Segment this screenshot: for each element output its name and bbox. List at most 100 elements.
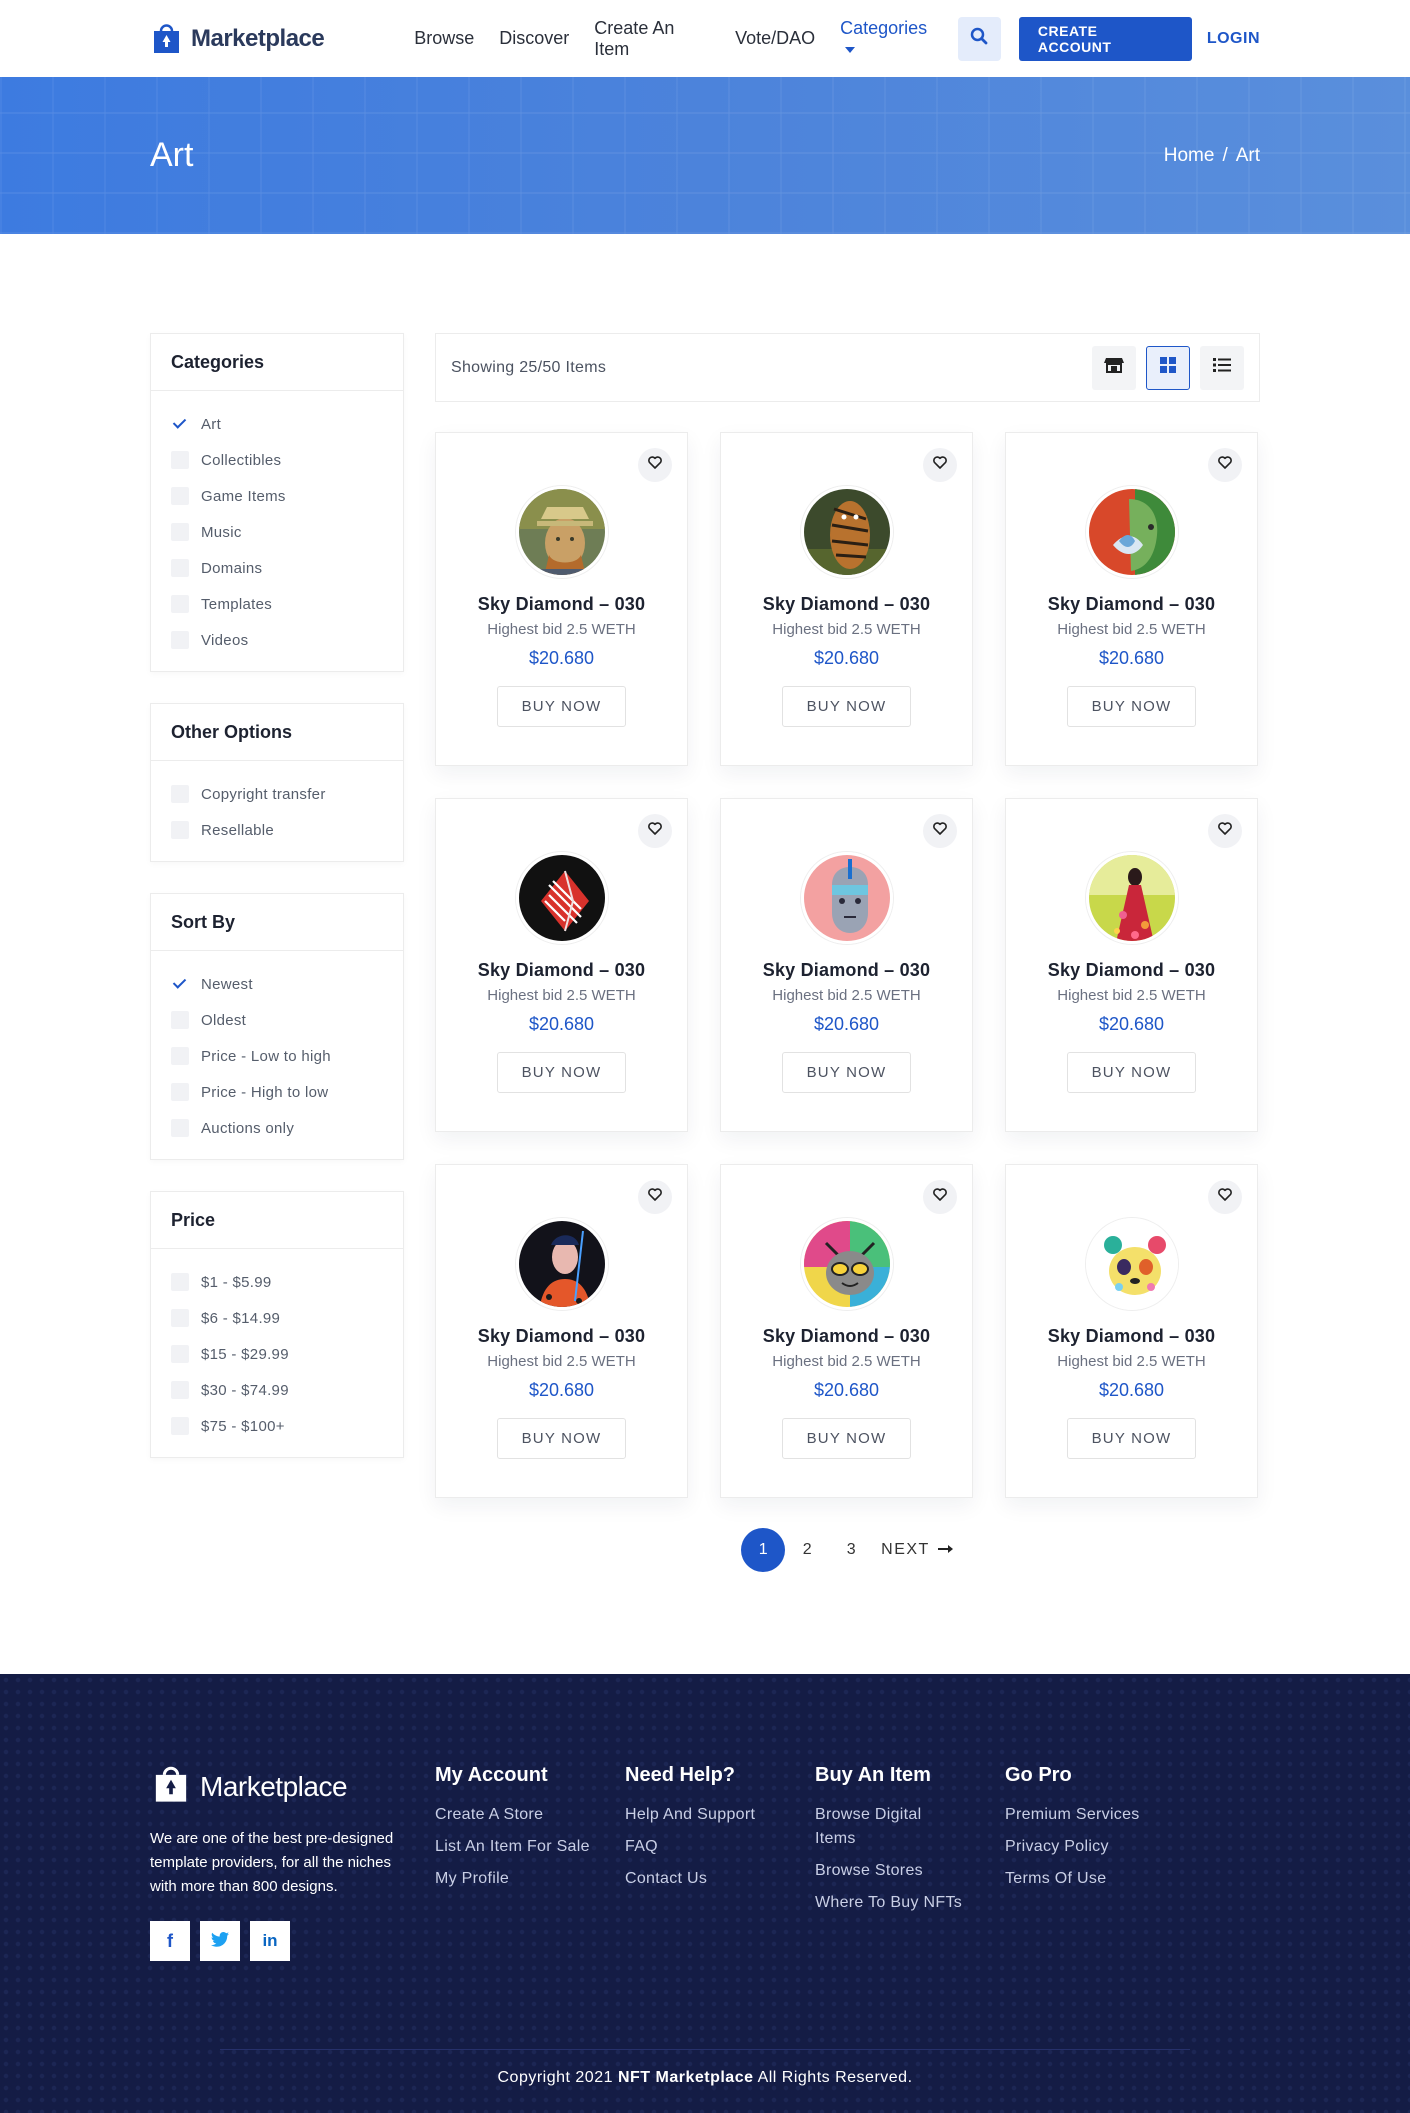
create-account-button[interactable]: CREATE ACCOUNT xyxy=(1018,16,1192,61)
checkbox[interactable] xyxy=(171,1047,189,1065)
linkedin-button[interactable]: in xyxy=(250,1921,290,1961)
nft-title[interactable]: Sky Diamond – 030 xyxy=(721,594,972,615)
page-2-button[interactable]: 2 xyxy=(785,1528,829,1572)
footer-link-where-to-buy[interactable]: Where To Buy NFTs xyxy=(815,1891,1005,1915)
buy-now-button[interactable]: BUY NOW xyxy=(497,1052,626,1093)
nft-artwork-image[interactable] xyxy=(515,486,608,578)
checkbox[interactable] xyxy=(171,1273,189,1291)
filter-option[interactable]: $30 - $74.99 xyxy=(171,1372,383,1408)
checkbox[interactable] xyxy=(171,1417,189,1435)
page-3-button[interactable]: 3 xyxy=(829,1528,873,1572)
nft-title[interactable]: Sky Diamond – 030 xyxy=(436,1326,687,1347)
filter-option[interactable]: $15 - $29.99 xyxy=(171,1336,383,1372)
filter-option[interactable]: Price - High to low xyxy=(171,1074,383,1110)
favorite-button[interactable] xyxy=(638,448,672,482)
checkbox-checked[interactable] xyxy=(171,415,189,433)
favorite-button[interactable] xyxy=(923,1180,957,1214)
favorite-button[interactable] xyxy=(638,814,672,848)
filter-option[interactable]: Videos xyxy=(171,622,383,658)
footer-link-contact[interactable]: Contact Us xyxy=(625,1867,815,1891)
checkbox-checked[interactable] xyxy=(171,975,189,993)
nft-title[interactable]: Sky Diamond – 030 xyxy=(1006,1326,1257,1347)
nft-card[interactable]: Sky Diamond – 030 Highest bid 2.5 WETH $20… xyxy=(435,1164,688,1498)
favorite-button[interactable] xyxy=(638,1180,672,1214)
footer-link-help-support[interactable]: Help And Support xyxy=(625,1803,815,1827)
checkbox[interactable] xyxy=(171,559,189,577)
checkbox[interactable] xyxy=(171,1345,189,1363)
footer-link-faq[interactable]: FAQ xyxy=(625,1835,815,1859)
favorite-button[interactable] xyxy=(923,814,957,848)
footer-logo[interactable]: Marketplace xyxy=(150,1764,435,1809)
filter-option[interactable]: Art xyxy=(171,406,383,442)
buy-now-button[interactable]: BUY NOW xyxy=(782,1052,911,1093)
nft-card[interactable]: Sky Diamond – 030 Highest bid 2.5 WETH $20… xyxy=(435,432,688,766)
checkbox[interactable] xyxy=(171,595,189,613)
buy-now-button[interactable]: BUY NOW xyxy=(497,686,626,727)
filter-option[interactable]: Templates xyxy=(171,586,383,622)
filter-option[interactable]: Music xyxy=(171,514,383,550)
nft-title[interactable]: Sky Diamond – 030 xyxy=(721,1326,972,1347)
nft-artwork-image[interactable] xyxy=(1085,852,1178,944)
buy-now-button[interactable]: BUY NOW xyxy=(782,1418,911,1459)
nav-browse[interactable]: Browse xyxy=(414,28,474,49)
facebook-button[interactable]: f xyxy=(150,1921,190,1961)
filter-option[interactable]: Collectibles xyxy=(171,442,383,478)
favorite-button[interactable] xyxy=(1208,814,1242,848)
search-button[interactable] xyxy=(957,16,1001,61)
nft-artwork-image[interactable] xyxy=(800,486,893,578)
nft-card[interactable]: Sky Diamond – 030 Highest bid 2.5 WETH $20… xyxy=(720,1164,973,1498)
grid-view-button[interactable] xyxy=(1146,345,1190,390)
buy-now-button[interactable]: BUY NOW xyxy=(1067,686,1196,727)
logo[interactable]: Marketplace xyxy=(150,22,325,55)
nft-title[interactable]: Sky Diamond – 030 xyxy=(1006,960,1257,981)
filter-option[interactable]: Newest xyxy=(171,966,383,1002)
checkbox[interactable] xyxy=(171,1381,189,1399)
checkbox[interactable] xyxy=(171,1011,189,1029)
next-page-button[interactable]: NEXT xyxy=(881,1541,954,1559)
filter-option[interactable]: Oldest xyxy=(171,1002,383,1038)
store-view-button[interactable] xyxy=(1092,345,1136,390)
footer-link-terms[interactable]: Terms Of Use xyxy=(1005,1867,1195,1891)
login-link[interactable]: LOGIN xyxy=(1207,30,1260,48)
nft-title[interactable]: Sky Diamond – 030 xyxy=(1006,594,1257,615)
filter-option[interactable]: Resellable xyxy=(171,812,383,848)
filter-option[interactable]: Domains xyxy=(171,550,383,586)
checkbox[interactable] xyxy=(171,821,189,839)
nft-title[interactable]: Sky Diamond – 030 xyxy=(436,594,687,615)
filter-option[interactable]: Copyright transfer xyxy=(171,776,383,812)
favorite-button[interactable] xyxy=(1208,1180,1242,1214)
footer-link-create-store[interactable]: Create A Store xyxy=(435,1803,625,1827)
filter-option[interactable]: Game Items xyxy=(171,478,383,514)
nav-create-item[interactable]: Create An Item xyxy=(594,18,710,60)
buy-now-button[interactable]: BUY NOW xyxy=(497,1418,626,1459)
nft-artwork-image[interactable] xyxy=(515,852,608,944)
checkbox[interactable] xyxy=(171,631,189,649)
breadcrumb-home[interactable]: Home xyxy=(1164,145,1215,167)
twitter-button[interactable]: t xyxy=(200,1921,240,1961)
filter-option[interactable]: $75 - $100+ xyxy=(171,1408,383,1444)
buy-now-button[interactable]: BUY NOW xyxy=(1067,1418,1196,1459)
footer-link-browse-stores[interactable]: Browse Stores xyxy=(815,1859,1005,1883)
nft-artwork-image[interactable] xyxy=(1085,486,1178,578)
nft-card[interactable]: Sky Diamond – 030 Highest bid 2.5 WETH $20… xyxy=(1005,432,1258,766)
buy-now-button[interactable]: BUY NOW xyxy=(782,686,911,727)
nft-card[interactable]: Sky Diamond – 030 Highest bid 2.5 WETH $20… xyxy=(435,798,688,1132)
page-1-button[interactable]: 1 xyxy=(741,1528,786,1572)
filter-option[interactable]: Auctions only xyxy=(171,1110,383,1146)
filter-option[interactable]: $6 - $14.99 xyxy=(171,1300,383,1336)
nft-title[interactable]: Sky Diamond – 030 xyxy=(721,960,972,981)
checkbox[interactable] xyxy=(171,451,189,469)
checkbox[interactable] xyxy=(171,523,189,541)
buy-now-button[interactable]: BUY NOW xyxy=(1067,1052,1196,1093)
footer-link-privacy[interactable]: Privacy Policy xyxy=(1005,1835,1195,1859)
footer-link-browse-digital[interactable]: Browse Digital Items xyxy=(815,1803,965,1851)
filter-option[interactable]: $1 - $5.99 xyxy=(171,1264,383,1300)
nft-card[interactable]: Sky Diamond – 030 Highest bid 2.5 WETH $20… xyxy=(1005,798,1258,1132)
list-view-button[interactable] xyxy=(1200,345,1244,390)
filter-option[interactable]: Price - Low to high xyxy=(171,1038,383,1074)
favorite-button[interactable] xyxy=(1208,448,1242,482)
nft-artwork-image[interactable] xyxy=(1085,1218,1178,1310)
checkbox[interactable] xyxy=(171,1083,189,1101)
footer-link-my-profile[interactable]: My Profile xyxy=(435,1867,625,1891)
footer-link-premium[interactable]: Premium Services xyxy=(1005,1803,1195,1827)
